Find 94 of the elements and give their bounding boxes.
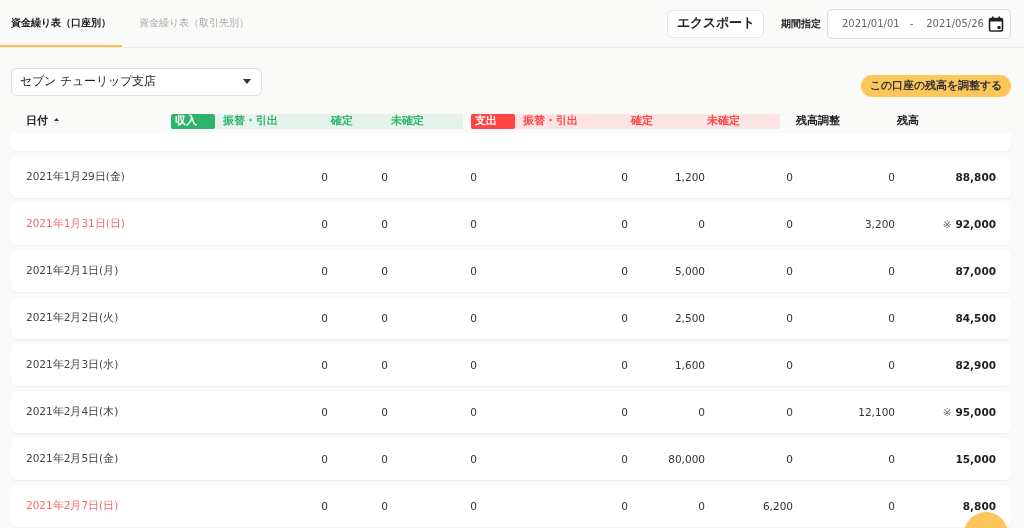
category-badge: 支出 <box>471 113 515 129</box>
table-cell-text: 0 <box>320 218 328 230</box>
table-cell-text: 80,000 <box>667 453 705 465</box>
balance-cell: 82,900 <box>955 359 996 371</box>
table-cell-text: 0 <box>887 312 895 324</box>
table-cell-text: 0 <box>320 359 328 371</box>
table-cell-text: 0 <box>469 265 477 277</box>
date-cell-text: 2021年2月3日(水) <box>26 358 120 372</box>
table-cell-text: 0 <box>620 312 628 324</box>
category-badge: 収入 <box>171 113 215 129</box>
balance-cell: 84,500 <box>955 312 996 324</box>
date-cell-text: 2021年2月2日(火) <box>26 311 120 325</box>
date-cell-text: 2021年2月7日(日) <box>26 499 120 513</box>
table-cell-text: 0 <box>785 171 793 183</box>
table-cell-text: 6,200 <box>761 500 793 512</box>
adjust-balance-button[interactable]: この口座の残高を調整する <box>861 75 1011 97</box>
column-header: 残高調整 <box>796 114 841 128</box>
table-cell-text: 0 <box>320 453 328 465</box>
export-button[interactable]: エクスポート <box>667 9 764 38</box>
date-range-field[interactable]: 2021/01/01 - 2021/05/26 <box>827 8 1011 39</box>
table-cell-text: 0 <box>785 218 793 230</box>
table-cell-text: 0 <box>320 312 328 324</box>
table-cell-text: 2,500 <box>673 312 705 324</box>
date-cell-text: 2021年1月31日(日) <box>26 217 126 231</box>
column-header: 未確定 <box>391 114 425 128</box>
balance-cell: 88,800 <box>955 171 996 183</box>
table-cell-text: 0 <box>380 218 388 230</box>
column-header: 振替・引出 <box>523 114 579 128</box>
table-cell-text: 0 <box>697 218 705 230</box>
period-label: 期間指定 <box>781 16 821 31</box>
table-cell-text: 12,100 <box>857 406 895 418</box>
table-cell-text: 0 <box>785 406 793 418</box>
table-cell-text: 0 <box>697 500 705 512</box>
table-cell-text: 0 <box>320 171 328 183</box>
date-cell-text: 2021年2月1日(月) <box>26 264 120 278</box>
table-cell-text: 0 <box>469 453 477 465</box>
column-header: 振替・引出 <box>223 114 279 128</box>
note-mark: ※ <box>942 406 952 418</box>
caret-icon <box>243 79 251 84</box>
column-header: 未確定 <box>707 114 741 128</box>
table-cell-text: 0 <box>380 359 388 371</box>
column-header: 残高 <box>897 114 919 128</box>
table-cell-text: 0 <box>620 359 628 371</box>
table-cell-text: 0 <box>469 406 477 418</box>
table-cell-text: 0 <box>887 453 895 465</box>
date-cell-text: 2021年2月4日(木) <box>26 405 120 419</box>
table-cell-text: 0 <box>380 265 388 277</box>
table-cell-text: 0 <box>380 171 388 183</box>
table-cell-text: 0 <box>697 406 705 418</box>
table-cell-text: 0 <box>380 500 388 512</box>
table-cell-text: 0 <box>469 359 477 371</box>
balance-cell: 95,000 <box>955 406 996 418</box>
table-cell-text: 0 <box>320 500 328 512</box>
table-cell-text: 0 <box>887 500 895 512</box>
balance-cell: 15,000 <box>955 453 996 465</box>
account-select[interactable]: セブン チューリップ支店 <box>11 67 262 96</box>
table-cell-text: 5,000 <box>673 265 705 277</box>
table-cell-text: 0 <box>469 218 477 230</box>
table-cell-text: 0 <box>380 453 388 465</box>
table-cell-text: 0 <box>620 171 628 183</box>
column-header: 確定 <box>331 114 354 128</box>
table-cell-text: 0 <box>785 265 793 277</box>
table-cell-text: 0 <box>320 406 328 418</box>
table-cell-text: 0 <box>785 312 793 324</box>
balance-cell: 92,000 <box>955 218 996 230</box>
table-cell-text: 0 <box>620 218 628 230</box>
calendar-icon <box>988 15 1004 32</box>
tab[interactable]: 資金繰り表（口座別） <box>0 0 122 47</box>
table-cell-text: 0 <box>785 453 793 465</box>
table-cell-text: 0 <box>887 359 895 371</box>
sort-icon[interactable] <box>54 118 59 124</box>
date-cell-text: 2021年2月5日(金) <box>26 452 120 466</box>
table-cell-text: 0 <box>785 359 793 371</box>
table-cell-text: 0 <box>320 265 328 277</box>
table-cell-text: 0 <box>620 265 628 277</box>
table-cell-text: 0 <box>887 171 895 183</box>
table-cell-text: 1,200 <box>673 171 705 183</box>
table-cell-text: 1,600 <box>673 359 705 371</box>
table-cell-text: 0 <box>887 265 895 277</box>
table-cell-text: 0 <box>469 171 477 183</box>
balance-cell: 87,000 <box>955 265 996 277</box>
note-mark: ※ <box>942 218 952 230</box>
table-cell-text: 3,200 <box>863 218 895 230</box>
table-cell-text: 0 <box>469 500 477 512</box>
balance-cell: 8,800 <box>962 500 996 512</box>
column-header: 確定 <box>631 114 654 128</box>
table-cell-text: 0 <box>380 312 388 324</box>
table-cell-text: 0 <box>469 312 477 324</box>
table-cell-text: 0 <box>380 406 388 418</box>
table-cell-text: 0 <box>620 500 628 512</box>
table-cell-text: 0 <box>620 453 628 465</box>
table-cell-text: 0 <box>620 406 628 418</box>
column-header: 日付 <box>26 114 48 128</box>
date-cell-text: 2021年1月29日(金) <box>26 170 126 184</box>
